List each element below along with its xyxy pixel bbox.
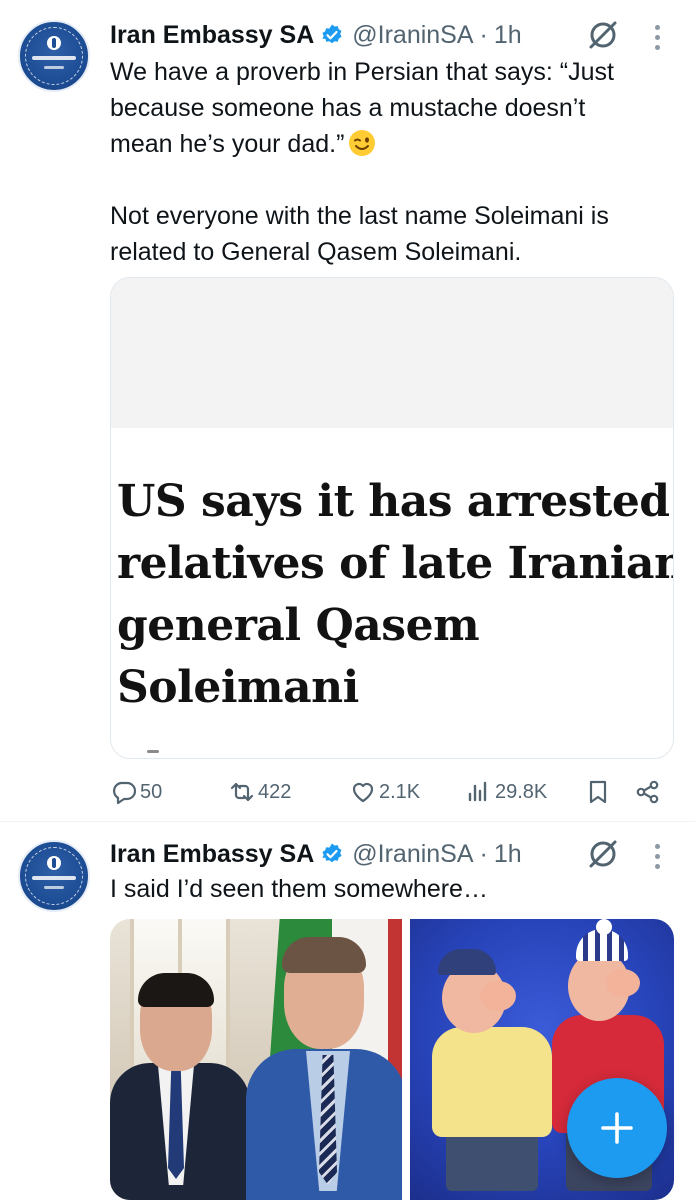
avatar[interactable] [18, 840, 90, 912]
puppet-left-hat [438, 949, 496, 975]
card-image-placeholder [111, 278, 673, 428]
bookmark-icon [589, 780, 607, 804]
more-options-icon[interactable] [650, 839, 664, 873]
share-button[interactable] [634, 770, 664, 814]
tweet-text: I said I’d seen them somewhere… [110, 871, 675, 907]
reply-icon [113, 781, 137, 805]
emblem-icon [47, 36, 61, 50]
verified-badge-icon [322, 24, 342, 44]
card-headline-line: general Qasem [117, 600, 480, 651]
tweet-text-line: mean he’s your dad.” [110, 126, 675, 162]
views-count: 29.8K [495, 780, 548, 803]
grok-icon[interactable] [586, 837, 620, 871]
tweet-actions: 50 422 2.1K 29.8K [0, 770, 695, 814]
separator: · [479, 20, 488, 49]
seal-script-small [44, 886, 64, 889]
author-handle[interactable]: @IraninSA [352, 21, 473, 50]
tweet-text-line: because someone has a mustache doesn’t [110, 94, 586, 122]
puppet-left-nose [480, 981, 516, 1011]
repost-button[interactable]: 422 [228, 770, 291, 814]
compose-button[interactable] [567, 1078, 667, 1178]
person-right-hair [282, 937, 366, 973]
tweet-header: Iran Embassy SA @IraninSA · 1h [110, 837, 522, 871]
card-headline: US says it has arrested relatives of lat… [117, 471, 673, 719]
bookmark-button[interactable] [584, 770, 614, 814]
tweet[interactable]: Iran Embassy SA @IraninSA · 1h We have a… [0, 0, 695, 822]
repost-icon [230, 782, 254, 802]
timestamp[interactable]: 1h [494, 21, 522, 50]
card-headline-line: US says it has arrested [117, 476, 670, 527]
like-button[interactable]: 2.1K [349, 770, 420, 814]
card-truncated-text [147, 750, 159, 753]
avatar[interactable] [18, 20, 90, 92]
like-count: 2.1K [379, 780, 421, 803]
views-chart-icon [468, 781, 487, 802]
photo-two-officials[interactable] [110, 919, 402, 1200]
reply-count: 50 [140, 780, 163, 803]
repost-count: 422 [258, 780, 292, 803]
author-name[interactable]: Iran Embassy SA [110, 840, 314, 869]
puppet-left-legs [446, 1131, 538, 1191]
timestamp[interactable]: 1h [494, 840, 522, 869]
seal-script [32, 876, 76, 880]
views-button[interactable]: 29.8K [465, 770, 547, 814]
puppet-left-sweater [432, 1027, 552, 1137]
tweet-text-line: Not everyone with the last name Soleiman… [110, 202, 609, 230]
grok-icon[interactable] [586, 18, 620, 52]
link-card[interactable]: US says it has arrested relatives of lat… [110, 277, 674, 759]
seal-script [32, 56, 76, 60]
tweet-text-line: We have a proverb in Persian that says: … [110, 58, 614, 86]
person-left-hair [138, 973, 214, 1007]
puppet-right-nose [606, 969, 640, 997]
puppet-right-pompom [596, 919, 612, 935]
share-icon [636, 780, 659, 804]
reply-button[interactable]: 50 [110, 770, 162, 814]
verified-badge-icon [322, 843, 342, 863]
card-headline-line: relatives of late Iranian [117, 538, 674, 589]
tweet-text: We have a proverb in Persian that says: … [110, 54, 675, 270]
tweet-header: Iran Embassy SA @IraninSA · 1h [110, 18, 522, 52]
tweet-text-line: related to General Qasem Soleimani. [110, 238, 522, 266]
card-headline-line: Soleimani [117, 662, 359, 713]
emblem-icon [47, 856, 61, 870]
author-handle[interactable]: @IraninSA [352, 840, 473, 869]
author-name[interactable]: Iran Embassy SA [110, 21, 314, 50]
winking-face-emoji [349, 130, 376, 156]
plus-icon [601, 1112, 633, 1144]
heart-icon [352, 782, 374, 803]
more-options-icon[interactable] [650, 20, 664, 54]
separator: · [479, 839, 488, 868]
seal-script-small [44, 66, 64, 69]
tweet-text-line: I said I’d seen them somewhere… [110, 875, 488, 903]
